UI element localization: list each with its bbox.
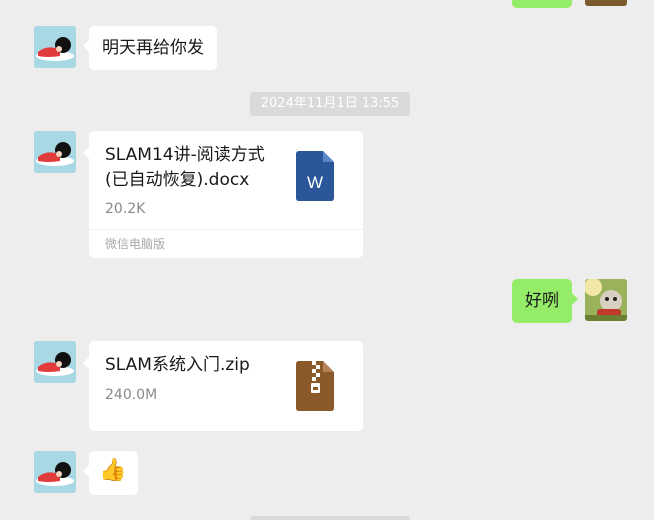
contact-avatar[interactable] — [34, 341, 76, 383]
svg-text:W: W — [307, 173, 323, 192]
file-name: SLAM14讲-阅读方式(已自动恢复).docx — [105, 145, 265, 190]
file-size: 240.0M — [105, 387, 158, 403]
thumbs-up-icon: 👍 — [99, 458, 127, 483]
partial-self-bubble[interactable] — [512, 0, 572, 8]
self-text-bubble[interactable]: 好咧 — [512, 279, 578, 323]
chat-panel: 明天再给你发 2024年11月1日 13:55 SLAM14讲-阅读方式(已自动… — [0, 0, 654, 520]
word-document-icon: W — [296, 151, 334, 201]
message-text: 明天再给你发 — [102, 38, 204, 58]
message-text: 好咧 — [525, 291, 559, 311]
emoji-message-bubble[interactable]: 👍 — [83, 451, 138, 495]
file-message-card[interactable]: SLAM14讲-阅读方式(已自动恢复).docx 20.2K W 微信电脑版 — [83, 131, 363, 258]
file-name: SLAM系统入门.zip — [105, 355, 250, 375]
message-text-bubble[interactable]: 明天再给你发 — [83, 26, 217, 70]
partial-timestamp — [250, 516, 410, 520]
contact-avatar[interactable] — [34, 26, 76, 68]
self-avatar[interactable] — [585, 0, 627, 6]
contact-avatar[interactable] — [34, 131, 76, 173]
file-size: 20.2K — [105, 201, 146, 217]
file-message-card[interactable]: SLAM系统入门.zip 240.0M — [83, 341, 363, 431]
message-timestamp: 2024年11月1日 13:55 — [250, 92, 410, 116]
self-avatar[interactable] — [585, 279, 627, 321]
file-source-label: 微信电脑版 — [89, 229, 363, 258]
zip-archive-icon — [296, 361, 334, 411]
contact-avatar[interactable] — [34, 451, 76, 493]
